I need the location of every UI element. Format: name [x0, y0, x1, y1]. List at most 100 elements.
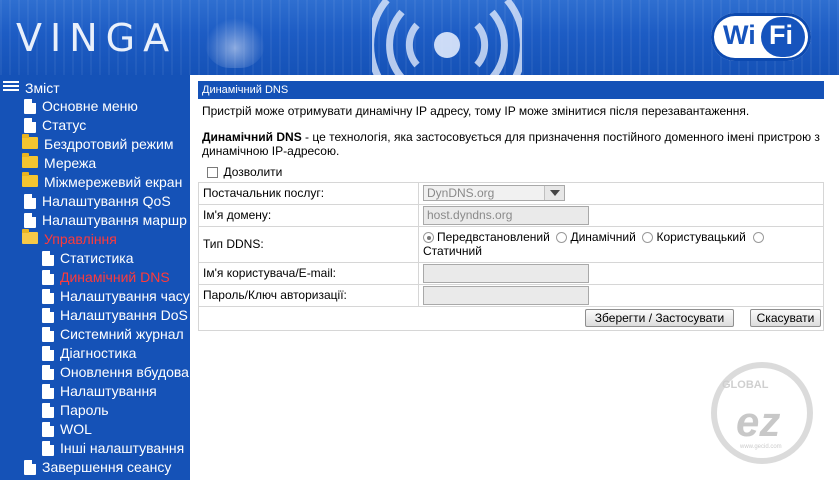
- allow-label: Дозволити: [223, 164, 283, 179]
- ddns-type-label: Тип DDNS:: [198, 225, 419, 263]
- sidebar-item-logout[interactable]: Завершення сеансу: [24, 458, 171, 477]
- domain-row: Ім'я домену: host.dyndns.org: [198, 203, 824, 227]
- radio-custom[interactable]: [642, 232, 654, 244]
- sidebar-item-label: Налаштування QoS: [42, 193, 171, 209]
- user-cell: [418, 261, 824, 285]
- sidebar-item-main-menu[interactable]: Основне меню: [24, 97, 138, 116]
- radio-preset-label: Передвстановлений: [437, 230, 550, 244]
- sidebar-item-label: Статистика: [60, 250, 134, 266]
- sidebar-item-label: WOL: [60, 421, 92, 437]
- sidebar-item-status[interactable]: Статус: [24, 116, 86, 135]
- document-icon: [42, 308, 54, 323]
- radio-static[interactable]: [752, 232, 764, 244]
- allow-row: Дозволити: [199, 162, 824, 182]
- chevron-down-icon: [544, 186, 564, 200]
- sidebar-item-label: Основне меню: [42, 98, 138, 114]
- sidebar-item-label: Інші налаштування: [60, 440, 185, 456]
- document-icon: [42, 441, 54, 456]
- ddns-type-cell: Передвстановлений Динамічний Користуваць…: [418, 225, 824, 263]
- document-icon: [24, 213, 36, 228]
- sidebar-item-diagnostics[interactable]: Діагностика: [42, 344, 136, 363]
- document-icon: [24, 99, 36, 114]
- sidebar-item-network[interactable]: Мережа: [22, 153, 97, 173]
- provider-row: Постачальник послуг: DynDNS.org: [198, 181, 824, 205]
- buttons-row: Зберегти / Застосувати Скасувати: [198, 305, 824, 331]
- sidebar-item-syslog[interactable]: Системний журнал: [42, 325, 184, 344]
- sidebar-item-label: Мережа: [44, 155, 97, 171]
- user-input[interactable]: [423, 263, 589, 283]
- sidebar-item-label: Налаштування часу: [60, 288, 190, 304]
- gecid-watermark: GLOBAL ez www.gecid.com: [711, 362, 813, 464]
- brand-logo: VINGA: [16, 16, 178, 60]
- description-term: Динамічний DNS: [202, 130, 302, 144]
- folder-icon: [22, 134, 38, 149]
- provider-select[interactable]: DynDNS.org: [423, 185, 565, 201]
- sidebar-item-label: Пароль: [60, 402, 109, 418]
- document-icon: [42, 251, 54, 266]
- document-icon: [24, 194, 36, 209]
- radio-dynamic[interactable]: [556, 232, 568, 244]
- sidebar-nav: Зміст Основне меню Статус Бездротовий ре…: [0, 75, 190, 480]
- password-input[interactable]: [423, 285, 589, 305]
- sidebar-item-time[interactable]: Налаштування часу: [42, 287, 190, 306]
- folder-open-icon: [22, 229, 38, 244]
- sidebar-item-routing[interactable]: Налаштування маршр: [24, 211, 187, 230]
- ddns-type-row: Тип DDNS: Передвстановлений Динамічний К…: [198, 225, 824, 263]
- document-icon: [42, 403, 54, 418]
- sidebar-item-label: Бездротовий режим: [44, 136, 174, 152]
- tree-root-icon: [3, 81, 19, 91]
- user-label: Ім'я користувача/E-mail:: [198, 261, 419, 285]
- sidebar-item-label: Статус: [42, 117, 87, 133]
- sidebar-item-other-settings[interactable]: Інші налаштування: [42, 439, 184, 458]
- sidebar-item-management[interactable]: Управління: [22, 229, 117, 249]
- allow-checkbox[interactable]: [206, 167, 218, 179]
- password-row: Пароль/Ключ авторизації:: [198, 283, 824, 307]
- sidebar-item-firmware[interactable]: Оновлення вбудова: [42, 363, 189, 382]
- radio-preset[interactable]: [423, 232, 434, 244]
- allow-cell: Дозволити: [199, 162, 824, 182]
- document-icon: [42, 346, 54, 361]
- document-icon: [42, 289, 54, 304]
- sidebar-item-label: Завершення сеансу: [42, 459, 172, 475]
- sidebar-item-password[interactable]: Пароль: [42, 401, 109, 420]
- folder-icon: [22, 172, 38, 187]
- watermark-ez: ez: [736, 398, 780, 445]
- sidebar-item-label: Динамічний DNS: [60, 269, 170, 285]
- radio-static-label: Статичний: [423, 244, 482, 258]
- description-line: Пристрій може отримувати динамічну IP ад…: [202, 104, 750, 118]
- sidebar-item-ddns[interactable]: Динамічний DNS: [42, 268, 170, 287]
- password-cell: [418, 283, 824, 307]
- ddns-form-table: Дозволити Постачальник послуг: DynDNS.or…: [198, 162, 824, 331]
- provider-value: DynDNS.org: [427, 186, 495, 200]
- hands-graphic: [205, 18, 265, 68]
- sidebar-item-qos[interactable]: Налаштування QoS: [24, 192, 171, 211]
- sidebar-item-settings[interactable]: Налаштування: [42, 382, 157, 401]
- sidebar-item-dos[interactable]: Налаштування DoS: [42, 306, 188, 325]
- sidebar-item-label: Міжмережевий екран: [44, 174, 183, 190]
- description-ddns: Динамічний DNS - це технологія, яка заст…: [198, 127, 824, 161]
- document-icon: [24, 460, 36, 475]
- watermark-global: GLOBAL: [722, 379, 769, 391]
- sidebar-item-label: Налаштування DoS: [60, 307, 188, 323]
- provider-cell: DynDNS.org: [418, 181, 824, 205]
- domain-label: Ім'я домену:: [198, 203, 419, 227]
- wireless-waves-icon: [372, 0, 522, 75]
- sidebar-item-wol[interactable]: WOL: [42, 420, 92, 439]
- buttons-cell: Зберегти / Застосувати Скасувати: [198, 305, 824, 331]
- document-icon: [42, 270, 54, 285]
- domain-cell: host.dyndns.org: [418, 203, 824, 227]
- password-label: Пароль/Ключ авторизації:: [198, 283, 419, 307]
- radio-custom-label: Користувацький: [656, 230, 746, 244]
- save-apply-button[interactable]: Зберегти / Застосувати: [585, 308, 734, 327]
- sidebar-item-wireless[interactable]: Бездротовий режим: [22, 134, 174, 154]
- cancel-button[interactable]: Скасувати: [750, 308, 821, 327]
- document-icon: [42, 365, 54, 380]
- sidebar-item-firewall[interactable]: Міжмережевий екран: [22, 172, 183, 192]
- radio-dynamic-label: Динамічний: [570, 230, 636, 244]
- user-row: Ім'я користувача/E-mail:: [198, 261, 824, 285]
- sidebar-root[interactable]: Зміст: [3, 79, 60, 98]
- sidebar-item-statistics[interactable]: Статистика: [42, 249, 134, 268]
- sidebar-item-label: Управління: [44, 231, 117, 247]
- domain-input[interactable]: host.dyndns.org: [423, 205, 589, 225]
- document-icon: [42, 384, 54, 399]
